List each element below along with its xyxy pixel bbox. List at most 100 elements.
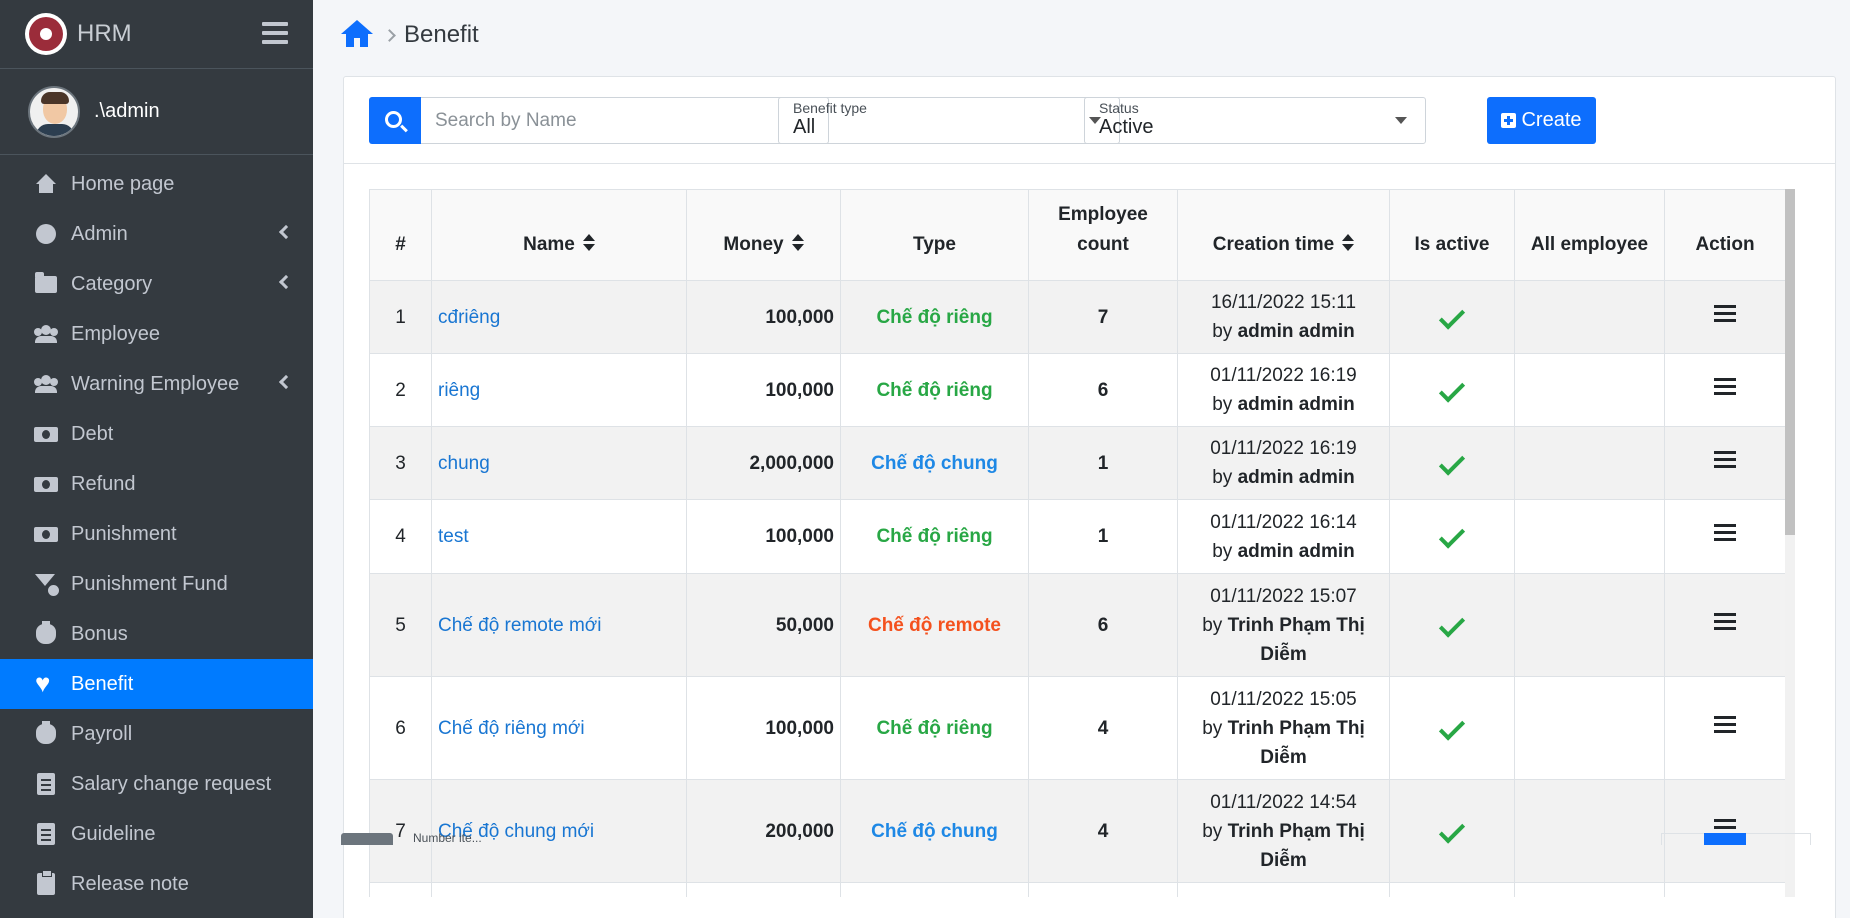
sidebar-item-category[interactable]: Category — [0, 259, 313, 309]
table-row: 5 Chế độ remote mới 50,000 Chế độ remote… — [369, 573, 1785, 677]
sidebar-item-label: Benefit — [71, 672, 134, 695]
sidebar-item-benefit[interactable]: Benefit — [0, 659, 313, 709]
header-action: Action — [1664, 189, 1785, 281]
cell-action — [1664, 676, 1785, 780]
cell-employee-count: 6 — [1028, 573, 1178, 677]
menu-icon[interactable] — [1714, 304, 1736, 323]
sidebar: HRM .\admin Home page Admin Category Emp… — [0, 0, 313, 918]
status-value: Active — [1099, 116, 1154, 138]
menu-icon[interactable] — [1714, 524, 1736, 542]
menu-icon[interactable] — [1714, 450, 1736, 469]
sidebar-item-label: Category — [71, 272, 153, 295]
sidebar-item-payroll[interactable]: Payroll — [0, 709, 313, 759]
search-button[interactable] — [369, 97, 421, 144]
check-icon — [1438, 448, 1466, 476]
users-icon — [33, 323, 59, 345]
user-panel[interactable]: .\admin — [0, 69, 313, 155]
cell-is-active — [1389, 280, 1515, 354]
cell-index: 2 — [369, 353, 432, 427]
home-icon[interactable] — [341, 20, 373, 50]
sidebar-item-refund[interactable]: Refund — [0, 459, 313, 509]
chevron-left-icon — [278, 224, 294, 240]
sidebar-item-label: Admin — [71, 222, 128, 245]
clipboard-icon — [33, 870, 59, 895]
table-row: 7 Chế độ chung mới 200,000 Chế độ chung … — [369, 779, 1785, 883]
cell-name-link[interactable]: riêng — [431, 353, 687, 427]
cell-creation-time: 01/11/2022 15:05 by Trinh Phạm Thị Diễm — [1177, 676, 1390, 780]
sidebar-item-bonus[interactable]: Bonus — [0, 609, 313, 659]
page-title: Benefit — [404, 21, 479, 48]
table-row: 3 chung 2,000,000 Chế độ chung 1 01/11/2… — [369, 426, 1785, 500]
sidebar-item-admin[interactable]: Admin — [0, 209, 313, 259]
benefit-type-label: Benefit type — [793, 100, 867, 116]
check-icon — [1438, 713, 1466, 741]
brand-name: HRM — [77, 20, 132, 47]
cell-creation-time: 01/11/2022 16:19 by admin admin — [1177, 426, 1390, 500]
header-employee-count-line2: count — [1077, 234, 1129, 255]
cell-money: 100,000 — [686, 280, 841, 354]
cell-name-link[interactable]: cđriêng — [431, 280, 687, 354]
cell-action — [1664, 779, 1785, 883]
sidebar-item-home-page[interactable]: Home page — [0, 159, 313, 209]
pagination-active-page[interactable] — [1704, 833, 1746, 845]
money-bill-icon — [33, 473, 59, 495]
header-name-label: Name — [523, 234, 575, 255]
sort-icon[interactable] — [1342, 234, 1355, 252]
page-size-button[interactable] — [341, 833, 393, 845]
header-all-employee: All employee — [1514, 189, 1665, 281]
sort-icon[interactable] — [791, 234, 804, 252]
create-button[interactable]: Create — [1487, 97, 1596, 144]
header-name[interactable]: Name — [431, 189, 687, 281]
benefit-card: Benefit type All Status Active Create — [343, 76, 1836, 918]
sidebar-item-salary-change-request[interactable]: Salary change request — [0, 759, 313, 809]
money-bag-icon — [33, 721, 59, 745]
header-money[interactable]: Money — [686, 189, 841, 281]
header-is-active: Is active — [1389, 189, 1515, 281]
creation-date: 01/11/2022 16:14 — [1210, 511, 1357, 533]
sort-icon[interactable] — [582, 234, 595, 252]
menu-icon[interactable] — [1714, 377, 1736, 396]
sidebar-item-debt[interactable]: Debt — [0, 409, 313, 459]
creation-date: 01/11/2022 15:05 — [1210, 688, 1357, 710]
table-row — [369, 882, 1785, 897]
pagination[interactable] — [1661, 833, 1811, 845]
status-label: Status — [1099, 100, 1139, 116]
scrollbar-thumb[interactable] — [1785, 189, 1795, 535]
search-icon — [385, 110, 402, 128]
menu-icon[interactable] — [1714, 612, 1736, 631]
header-type: Type — [840, 189, 1029, 281]
brand-logo-icon[interactable] — [25, 13, 67, 55]
header-creation-time[interactable]: Creation time — [1177, 189, 1390, 281]
sidebar-item-release-note[interactable]: Release note — [0, 859, 313, 909]
cell-all-employee — [1514, 573, 1665, 677]
cell-all-employee — [1514, 676, 1665, 780]
benefit-type-select[interactable]: Benefit type All — [778, 97, 1120, 144]
cell-name-link[interactable]: test — [431, 499, 687, 574]
cell-name-link[interactable]: chung — [431, 426, 687, 500]
cell-type: Chế độ riêng — [840, 353, 1029, 427]
sidebar-item-label: Payroll — [71, 722, 133, 745]
sidebar-toggle-icon[interactable] — [262, 22, 288, 44]
menu-icon[interactable] — [1714, 715, 1736, 734]
cell-name-link[interactable]: Chế độ riêng mới — [431, 676, 687, 780]
plus-square-icon — [1501, 113, 1517, 128]
sidebar-item-warning-employee[interactable]: Warning Employee — [0, 359, 313, 409]
cell-name-link[interactable]: Chế độ remote mới — [431, 573, 687, 677]
sidebar-item-label: Debt — [71, 422, 114, 445]
table-scrollbar[interactable] — [1785, 189, 1795, 897]
sidebar-item-label: Home page — [71, 172, 175, 195]
sidebar-item-punishment[interactable]: Punishment — [0, 509, 313, 559]
cell-money: 2,000,000 — [686, 426, 841, 500]
search-input[interactable] — [421, 97, 829, 144]
status-select[interactable]: Status Active — [1084, 97, 1426, 144]
sidebar-item-guideline[interactable]: Guideline — [0, 809, 313, 859]
creator-name: admin admin — [1237, 394, 1355, 415]
sidebar-item-punishment-fund[interactable]: Punishment Fund — [0, 559, 313, 609]
create-button-label: Create — [1521, 109, 1582, 131]
sidebar-nav: Home page Admin Category Employee Warnin… — [0, 155, 313, 909]
sidebar-item-employee[interactable]: Employee — [0, 309, 313, 359]
sidebar-item-label: Refund — [71, 472, 136, 495]
sidebar-item-label: Punishment Fund — [71, 572, 228, 595]
cell-money: 100,000 — [686, 353, 841, 427]
sidebar-item-label: Release note — [71, 872, 189, 895]
